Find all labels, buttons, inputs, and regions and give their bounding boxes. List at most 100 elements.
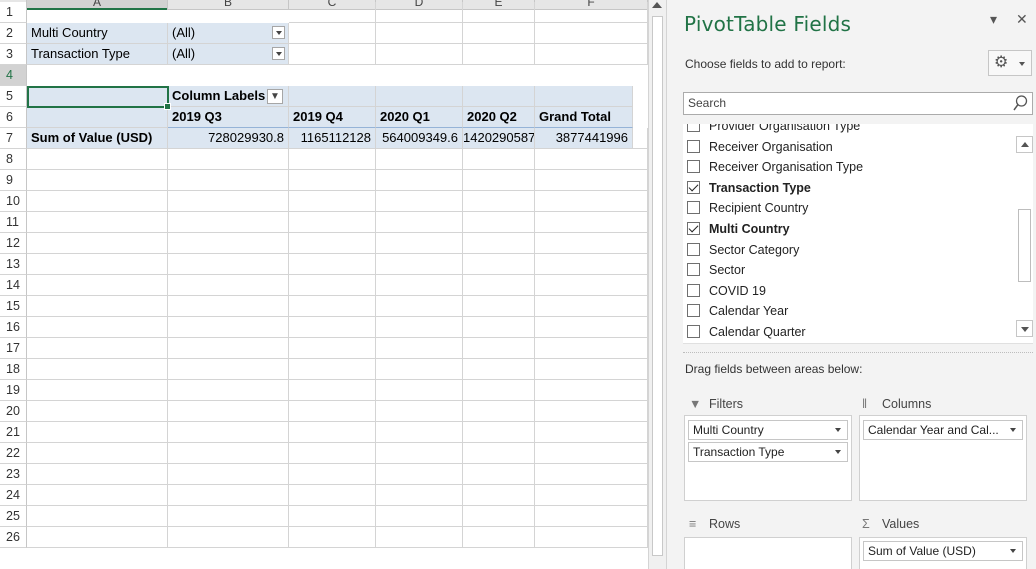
- empty-cell[interactable]: [376, 443, 463, 464]
- field-item[interactable]: Calendar Quarter: [683, 322, 1005, 342]
- empty-cell[interactable]: [376, 23, 463, 44]
- column-header-2020-q1[interactable]: 2020 Q1: [376, 107, 463, 128]
- empty-cell[interactable]: [376, 149, 463, 170]
- rows-area[interactable]: [684, 537, 852, 569]
- empty-cell[interactable]: [463, 212, 535, 233]
- column-header-2019-q4[interactable]: 2019 Q4: [289, 107, 376, 128]
- filters-item-transaction-type[interactable]: Transaction Type: [688, 442, 848, 462]
- search-icon[interactable]: [1013, 94, 1028, 113]
- value-grand-total[interactable]: 3877441996: [535, 128, 633, 149]
- empty-cell[interactable]: [168, 296, 289, 317]
- empty-cell[interactable]: [168, 380, 289, 401]
- field-item[interactable]: Multi Country: [683, 219, 1005, 239]
- empty-cell[interactable]: [27, 464, 168, 485]
- empty-cell[interactable]: [463, 233, 535, 254]
- measure-label[interactable]: Sum of Value (USD): [27, 128, 168, 149]
- field-item[interactable]: Recipient Country: [683, 198, 1005, 218]
- filter-funnel-icon[interactable]: ▼: [267, 89, 283, 104]
- empty-cell[interactable]: [168, 212, 289, 233]
- empty-cell[interactable]: [27, 296, 168, 317]
- row-header[interactable]: 2: [0, 23, 27, 44]
- empty-cell[interactable]: [376, 296, 463, 317]
- empty-cell[interactable]: [27, 380, 168, 401]
- empty-cell[interactable]: [463, 422, 535, 443]
- empty-cell[interactable]: [535, 380, 648, 401]
- empty-cell[interactable]: [535, 170, 648, 191]
- empty-cell[interactable]: [168, 485, 289, 506]
- empty-cell[interactable]: [463, 170, 535, 191]
- filter-label-transaction-type[interactable]: Transaction Type: [27, 44, 168, 65]
- checkbox-icon[interactable]: [687, 201, 700, 215]
- empty-cell[interactable]: [289, 149, 376, 170]
- empty-cell[interactable]: [289, 443, 376, 464]
- chevron-down-icon[interactable]: [272, 26, 285, 39]
- column-header-a[interactable]: A: [27, 0, 168, 10]
- empty-cell[interactable]: [289, 359, 376, 380]
- empty-cell[interactable]: [376, 485, 463, 506]
- filter-label-multi-country[interactable]: Multi Country: [27, 23, 168, 44]
- row-header[interactable]: 24: [0, 485, 27, 506]
- empty-cell[interactable]: [27, 170, 168, 191]
- filters-area[interactable]: Multi Country Transaction Type: [684, 415, 852, 501]
- row-header[interactable]: 7: [0, 128, 27, 149]
- empty-cell[interactable]: [463, 401, 535, 422]
- empty-cell[interactable]: [168, 191, 289, 212]
- column-header-grand-total[interactable]: Grand Total: [535, 107, 633, 128]
- empty-cell[interactable]: [376, 317, 463, 338]
- empty-cell[interactable]: [27, 149, 168, 170]
- empty-cell[interactable]: [289, 317, 376, 338]
- spreadsheet-grid[interactable]: A B C D E F 1 2 3 4 5 6 7 8 9 10 11 12 13 14 15 16 17 18 1…: [0, 0, 648, 569]
- empty-cell[interactable]: [463, 149, 535, 170]
- row-header[interactable]: 18: [0, 359, 27, 380]
- empty-cell[interactable]: [289, 233, 376, 254]
- empty-cell[interactable]: [289, 506, 376, 527]
- field-item[interactable]: Calendar Year: [683, 301, 1005, 321]
- row-header[interactable]: 8: [0, 149, 27, 170]
- empty-cell[interactable]: [376, 191, 463, 212]
- empty-cell[interactable]: [463, 317, 535, 338]
- filters-item-multi-country[interactable]: Multi Country: [688, 420, 848, 440]
- empty-cell[interactable]: [376, 359, 463, 380]
- field-item[interactable]: Transaction Type: [683, 178, 1005, 198]
- field-item[interactable]: Receiver Organisation Type: [683, 157, 1005, 177]
- checkbox-icon[interactable]: [687, 242, 700, 256]
- row-header[interactable]: 5: [0, 86, 27, 107]
- empty-cell[interactable]: [168, 338, 289, 359]
- scroll-down-button[interactable]: [1016, 320, 1033, 337]
- empty-cell[interactable]: [27, 485, 168, 506]
- field-list[interactable]: Provider Organisation Type Receiver Organ…: [683, 124, 1033, 344]
- empty-cell[interactable]: [289, 23, 376, 44]
- empty-cell[interactable]: [463, 44, 535, 65]
- pane-options-chevron-down-icon[interactable]: ▾: [990, 11, 997, 28]
- chevron-down-icon[interactable]: [272, 47, 285, 60]
- empty-cell[interactable]: [535, 254, 648, 275]
- empty-cell[interactable]: [168, 464, 289, 485]
- empty-cell[interactable]: [535, 191, 648, 212]
- row-header[interactable]: 6: [0, 107, 27, 128]
- field-item[interactable]: Sector: [683, 260, 1005, 280]
- empty-cell[interactable]: [27, 275, 168, 296]
- row-header[interactable]: 12: [0, 233, 27, 254]
- empty-cell[interactable]: [27, 338, 168, 359]
- empty-cell[interactable]: [168, 359, 289, 380]
- row-header[interactable]: 9: [0, 170, 27, 191]
- columns-area[interactable]: Calendar Year and Cal...: [859, 415, 1027, 501]
- row-header[interactable]: 13: [0, 254, 27, 275]
- empty-cell[interactable]: [535, 338, 648, 359]
- empty-cell[interactable]: [289, 254, 376, 275]
- checkbox-icon[interactable]: [687, 139, 700, 153]
- empty-cell[interactable]: [168, 170, 289, 191]
- empty-cell[interactable]: [463, 527, 535, 548]
- columns-item-calendar-year[interactable]: Calendar Year and Cal...: [863, 420, 1023, 440]
- empty-cell[interactable]: [535, 359, 648, 380]
- checkbox-checked-icon[interactable]: [687, 180, 700, 194]
- empty-cell[interactable]: [535, 233, 648, 254]
- empty-cell[interactable]: [535, 527, 648, 548]
- empty-cell[interactable]: [27, 212, 168, 233]
- checkbox-icon[interactable]: [687, 304, 700, 318]
- value-2019-q3[interactable]: 728029930.8: [168, 128, 289, 149]
- empty-cell[interactable]: [27, 401, 168, 422]
- row-header[interactable]: 16: [0, 317, 27, 338]
- empty-cell[interactable]: [463, 275, 535, 296]
- row-header[interactable]: 14: [0, 275, 27, 296]
